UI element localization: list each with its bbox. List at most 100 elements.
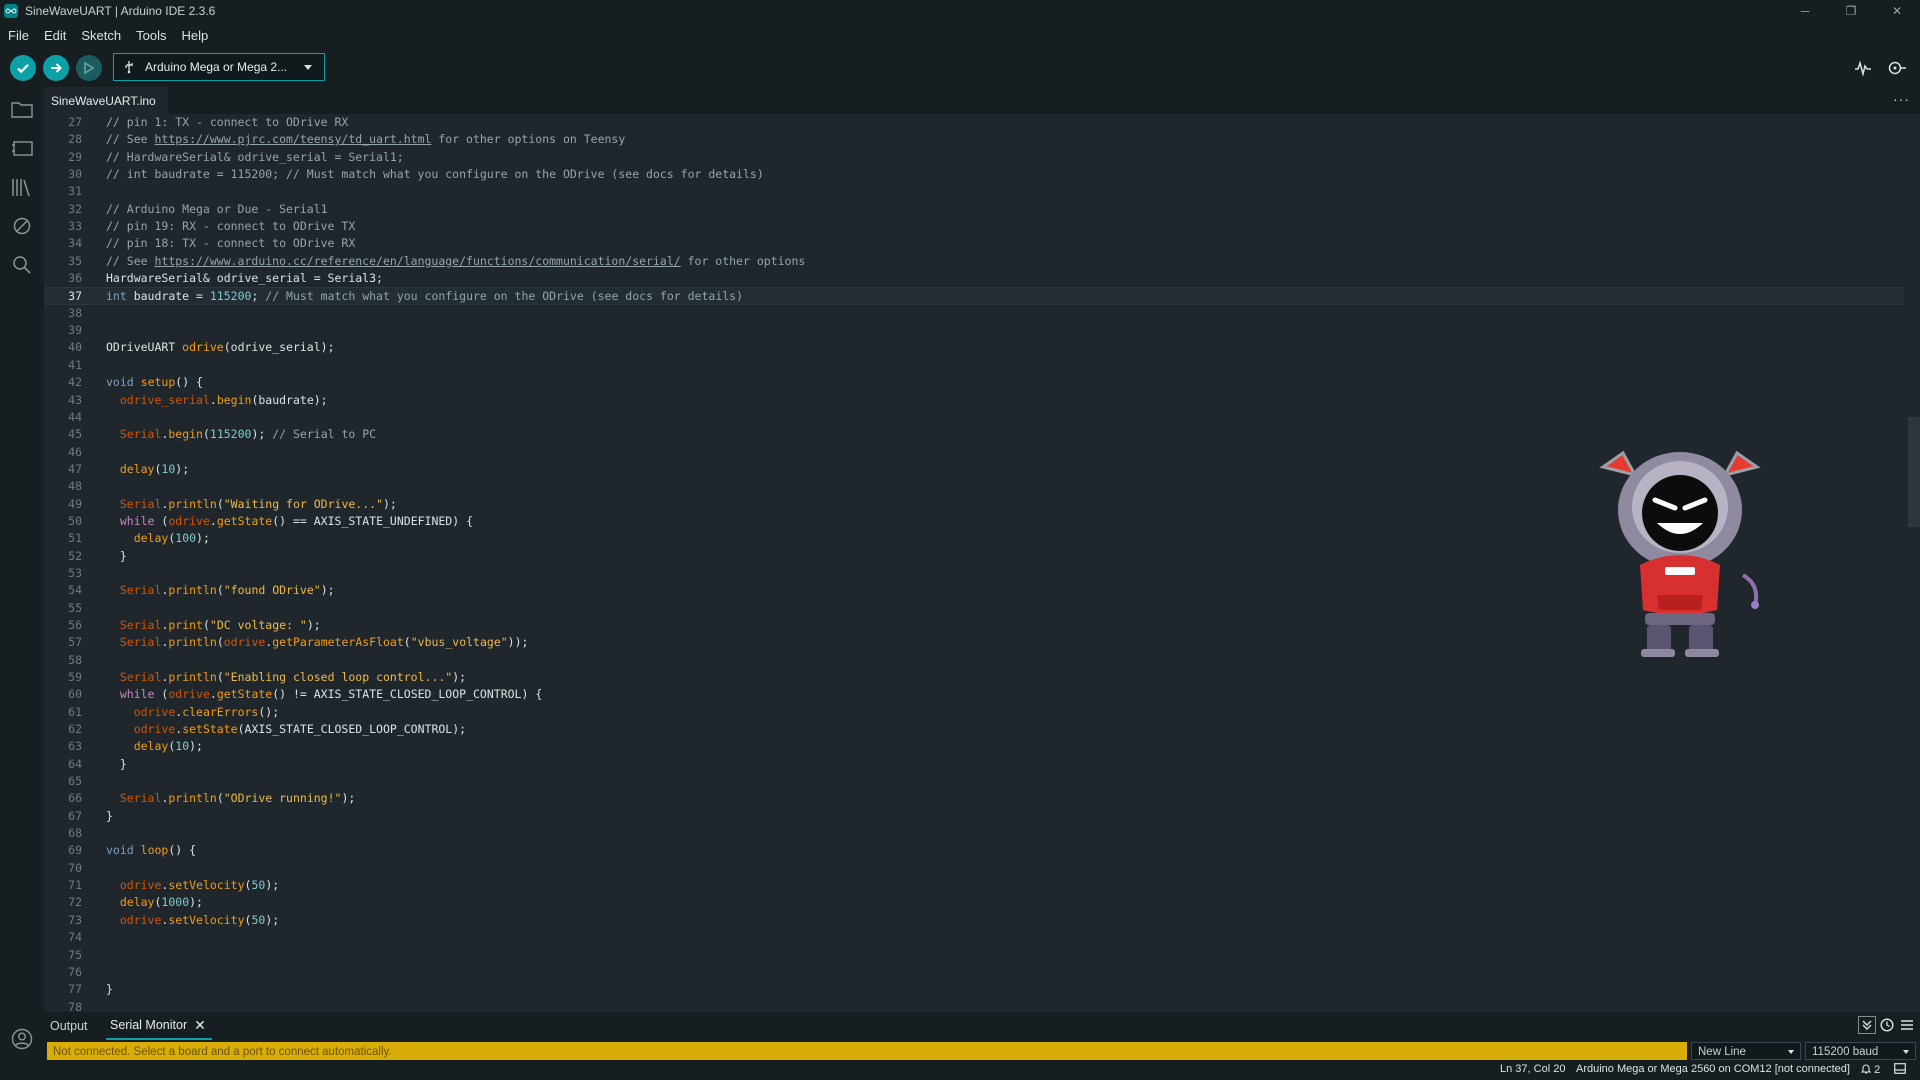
timestamp-toggle[interactable]	[1878, 1016, 1896, 1034]
board-selector[interactable]: Arduino Mega or Mega 2...	[113, 53, 325, 81]
code-line[interactable]: 42 void setup() {	[44, 374, 1904, 391]
code-line[interactable]: 65	[44, 773, 1904, 790]
code-line[interactable]: 64 }	[44, 756, 1904, 773]
code-link[interactable]: https://www.arduino.cc/reference/en/lang…	[154, 254, 680, 268]
code-token: // pin 19: RX - connect to ODrive TX	[106, 219, 356, 234]
menu-edit[interactable]: Edit	[36, 28, 73, 43]
code-line[interactable]: 37 int baudrate = 115200; // Must match w…	[44, 287, 1904, 305]
status-bar: Ln 37, Col 20 Arduino Mega or Mega 2560 …	[0, 1060, 1920, 1080]
toggle-panel-button[interactable]	[1894, 1063, 1906, 1077]
maximize-button[interactable]: ❐	[1828, 0, 1874, 22]
line-number: 55	[68, 600, 82, 615]
code-line[interactable]: 63 delay(10);	[44, 738, 1904, 755]
board-port-status[interactable]: Arduino Mega or Mega 2560 on COM12 [not …	[1576, 1063, 1850, 1075]
menu-sketch[interactable]: Sketch	[73, 28, 128, 43]
code-line[interactable]: 78	[44, 999, 1904, 1012]
chevron-down-icon	[1788, 1050, 1794, 1054]
code-line[interactable]: 76	[44, 964, 1904, 981]
code-token: println	[168, 583, 217, 598]
code-line[interactable]: 45 Serial.begin(115200); // Serial to PC	[44, 426, 1904, 443]
code-line[interactable]: 73 odrive.setVelocity(50);	[44, 912, 1904, 929]
code-line[interactable]: 61 odrive.clearErrors();	[44, 704, 1904, 721]
line-number: 42	[68, 375, 82, 390]
search-button[interactable]	[10, 253, 34, 277]
code-line[interactable]: 41	[44, 357, 1904, 374]
debug-button[interactable]	[76, 55, 102, 81]
verify-button[interactable]	[10, 55, 36, 81]
line-number: 44	[68, 409, 82, 424]
code-line[interactable]: 30 // int baudrate = 115200; // Must matc…	[44, 166, 1904, 183]
baud-rate-select[interactable]: 115200 baud	[1805, 1042, 1916, 1060]
code-line[interactable]: 68	[44, 825, 1904, 842]
serial-plotter-button[interactable]	[1852, 57, 1874, 79]
line-text: while (odrive.getState() == AXIS_STATE_U…	[106, 513, 473, 530]
code-token: );	[320, 583, 335, 598]
clear-list-icon	[1901, 1020, 1913, 1030]
code-line[interactable]: 31	[44, 183, 1904, 200]
code-line[interactable]: 62 odrive.setState(AXIS_STATE_CLOSED_LOO…	[44, 721, 1904, 738]
menu-tools[interactable]: Tools	[128, 28, 173, 43]
chevron-down-icon	[1903, 1050, 1909, 1054]
code-line[interactable]: 69 void loop() {	[44, 842, 1904, 859]
code-line[interactable]: 74	[44, 929, 1904, 946]
code-line[interactable]: 28 // See https://www.pjrc.com/teensy/td_…	[44, 131, 1904, 148]
tab-sinewaveuart[interactable]: SineWaveUART.ino	[44, 87, 168, 114]
code-token: );	[306, 617, 321, 632]
code-line[interactable]: 66 Serial.println("ODrive running!");	[44, 790, 1904, 807]
close-tab-button[interactable]: ✕	[194, 1017, 206, 1034]
autoscroll-toggle[interactable]	[1858, 1016, 1876, 1034]
code-line[interactable]: 34 // pin 18: TX - connect to ODrive RX	[44, 235, 1904, 252]
code-line[interactable]: 77}	[44, 981, 1904, 998]
code-line[interactable]: 36 HardwareSerial& odrive_serial = Serial…	[44, 270, 1904, 287]
line-number: 48	[68, 479, 82, 494]
upload-button[interactable]	[43, 55, 69, 81]
line-text: while (odrive.getState() != AXIS_STATE_C…	[106, 686, 542, 703]
more-options-icon[interactable]: ···	[1893, 91, 1910, 107]
code-line[interactable]: 70	[44, 860, 1904, 877]
notifications-button[interactable]: 2	[1860, 1063, 1880, 1076]
code-line[interactable]: 72 delay(1000);	[44, 894, 1904, 911]
vertical-scrollbar[interactable]	[1906, 114, 1920, 1012]
line-ending-select[interactable]: New Line	[1691, 1042, 1801, 1060]
menu-help[interactable]: Help	[173, 28, 215, 43]
code-line[interactable]: 71 odrive.setVelocity(50);	[44, 877, 1904, 894]
line-number: 63	[68, 739, 82, 754]
code-line[interactable]: 75	[44, 947, 1904, 964]
clear-output-button[interactable]	[1898, 1016, 1916, 1034]
line-text: delay(10);	[106, 738, 203, 755]
code-line[interactable]: 38	[44, 305, 1904, 322]
boards-manager-button[interactable]	[10, 136, 34, 160]
serial-monitor-button[interactable]	[1886, 57, 1908, 79]
tab-output[interactable]: Output	[50, 1012, 88, 1040]
code-line[interactable]: 59 Serial.println("Enabling closed loop …	[44, 669, 1904, 686]
code-line[interactable]: 44	[44, 409, 1904, 426]
scrollbar-thumb[interactable]	[1908, 417, 1920, 527]
code-line[interactable]: 33 // pin 19: RX - connect to ODrive TX	[44, 218, 1904, 235]
sketchbook-button[interactable]	[10, 97, 34, 121]
close-window-button[interactable]: ✕	[1874, 0, 1920, 22]
tab-serial-monitor[interactable]: Serial Monitor ✕	[106, 1012, 212, 1040]
library-manager-button[interactable]	[10, 175, 34, 199]
code-line[interactable]: 29 // HardwareSerial& odrive_serial = Ser…	[44, 149, 1904, 166]
code-token: "vbus_voltage"	[410, 635, 508, 650]
code-line[interactable]: 39	[44, 322, 1904, 339]
account-button[interactable]	[10, 1027, 34, 1051]
debug-panel-button[interactable]	[10, 214, 34, 238]
code-link[interactable]: https://www.pjrc.com/teensy/td_uart.html	[154, 132, 431, 146]
minimize-button[interactable]: ─	[1782, 0, 1828, 22]
line-number: 67	[68, 808, 82, 823]
code-token: println	[168, 496, 217, 511]
code-line[interactable]: 40 ODriveUART odrive(odrive_serial);	[44, 339, 1904, 356]
code-line[interactable]: 35 // See https://www.arduino.cc/referenc…	[44, 253, 1904, 270]
menu-file[interactable]: File	[0, 28, 36, 43]
code-line[interactable]: 60 while (odrive.getState() != AXIS_STAT…	[44, 686, 1904, 703]
code-token: }	[106, 548, 127, 563]
code-token: Serial	[119, 583, 162, 598]
code-line[interactable]: 43 odrive_serial.begin(baudrate);	[44, 392, 1904, 409]
cursor-position[interactable]: Ln 37, Col 20	[1500, 1063, 1565, 1075]
code-line[interactable]: 27 // pin 1: TX - connect to ODrive RX	[44, 114, 1904, 131]
code-line[interactable]: 67}	[44, 808, 1904, 825]
line-number: 59	[68, 670, 82, 684]
code-line[interactable]: 32 // Arduino Mega or Due - Serial1	[44, 201, 1904, 218]
